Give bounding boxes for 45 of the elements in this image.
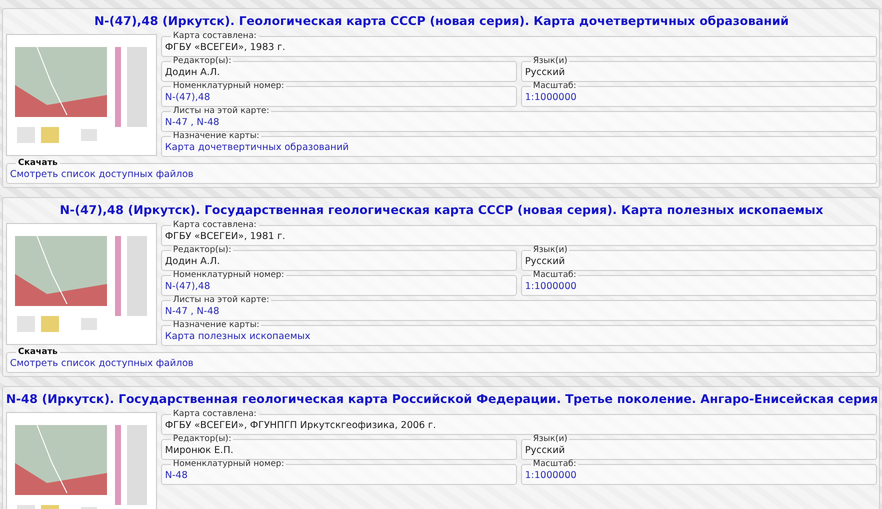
field-link[interactable]: 1:1000000: [525, 91, 577, 105]
field-label: Язык(и): [532, 246, 568, 255]
field-value: ФГБУ «ВСЕГЕИ», 1981 г.: [165, 230, 286, 244]
field-link[interactable]: Карта полезных ископаемых: [165, 330, 310, 344]
field-link[interactable]: N-47 , N-48: [165, 305, 220, 319]
field-label: Назначение карты:: [172, 132, 260, 141]
field-label: Карта составлена:: [172, 221, 258, 230]
field-link[interactable]: N-47 , N-48: [165, 116, 220, 130]
field-value: Додин А.Л.: [165, 66, 220, 80]
field-value: ФГБУ «ВСЕГЕИ», ФГУНПГП Иркутскгеофизика, 2006 г.: [165, 419, 436, 433]
field-label: Листы на этой карте:: [172, 107, 270, 116]
field-value: Миронюк Е.П.: [165, 444, 234, 458]
field-label: Карта составлена:: [172, 32, 258, 41]
field-link[interactable]: Карта дочетвертичных образований: [165, 141, 349, 155]
field-label: Редактор(ы):: [172, 246, 232, 255]
map-title[interactable]: N-48 (Иркутск). Государственная геологическая карта Российской Федерации. Третье поколение. Ангаро-Енисейская серия: [6, 390, 877, 408]
field-label: Язык(и): [532, 57, 568, 66]
download-label: Скачать: [17, 348, 59, 357]
field-value: Додин А.Л.: [165, 255, 220, 269]
field-label: Назначение карты:: [172, 321, 260, 330]
field-value: Русский: [525, 66, 565, 80]
field-label: Язык(и): [532, 435, 568, 444]
field-link[interactable]: N-(47),48: [165, 280, 210, 294]
field-label: Масштаб:: [532, 271, 578, 280]
field-label: Карта составлена:: [172, 410, 258, 419]
field-link[interactable]: 1:1000000: [525, 469, 577, 483]
files-link[interactable]: Смотреть список доступных файлов: [10, 168, 194, 182]
field-value: ФГБУ «ВСЕГЕИ», 1983 г.: [165, 41, 286, 55]
field-label: Номенклатурный номер:: [172, 271, 286, 280]
field-label: Листы на этой карте:: [172, 296, 270, 305]
files-link[interactable]: Смотреть список доступных файлов: [10, 357, 194, 371]
field-label: Масштаб:: [532, 82, 578, 91]
field-label: Масштаб:: [532, 460, 578, 469]
field-value: Русский: [525, 444, 565, 458]
field-link[interactable]: N-(47),48: [165, 91, 210, 105]
field-label: Редактор(ы):: [172, 435, 232, 444]
download-label: Скачать: [17, 159, 59, 168]
field-value: Русский: [525, 255, 565, 269]
map-title[interactable]: N-(47),48 (Иркутск). Государственная геологическая карта СССР (новая серия). Карта полезных ископаемых: [6, 201, 877, 219]
field-link[interactable]: 1:1000000: [525, 280, 577, 294]
field-label: Редактор(ы):: [172, 57, 232, 66]
field-label: Номенклатурный номер:: [172, 460, 286, 469]
field-link[interactable]: N-48: [165, 469, 188, 483]
map-title[interactable]: N-(47),48 (Иркутск). Геологическая карта СССР (новая серия). Карта дочетвертичных образований: [6, 12, 877, 30]
field-label: Номенклатурный номер:: [172, 82, 286, 91]
